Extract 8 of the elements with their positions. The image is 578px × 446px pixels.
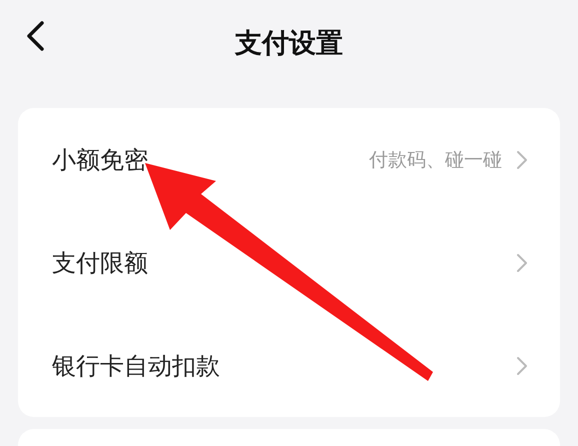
chevron-icon[interactable] xyxy=(516,252,528,272)
page-title: 支付设置 xyxy=(235,27,343,61)
setting-label[interactable]: 银行卡自动扣款 xyxy=(52,350,516,382)
setting-label[interactable]: 小额免密 xyxy=(52,144,369,176)
setting-label[interactable]: 支付限额 xyxy=(52,246,516,278)
setting-value: 付款码、碰一碰 xyxy=(369,148,502,172)
chevron-icon[interactable] xyxy=(516,356,528,376)
chevron-icon[interactable] xyxy=(516,150,528,170)
